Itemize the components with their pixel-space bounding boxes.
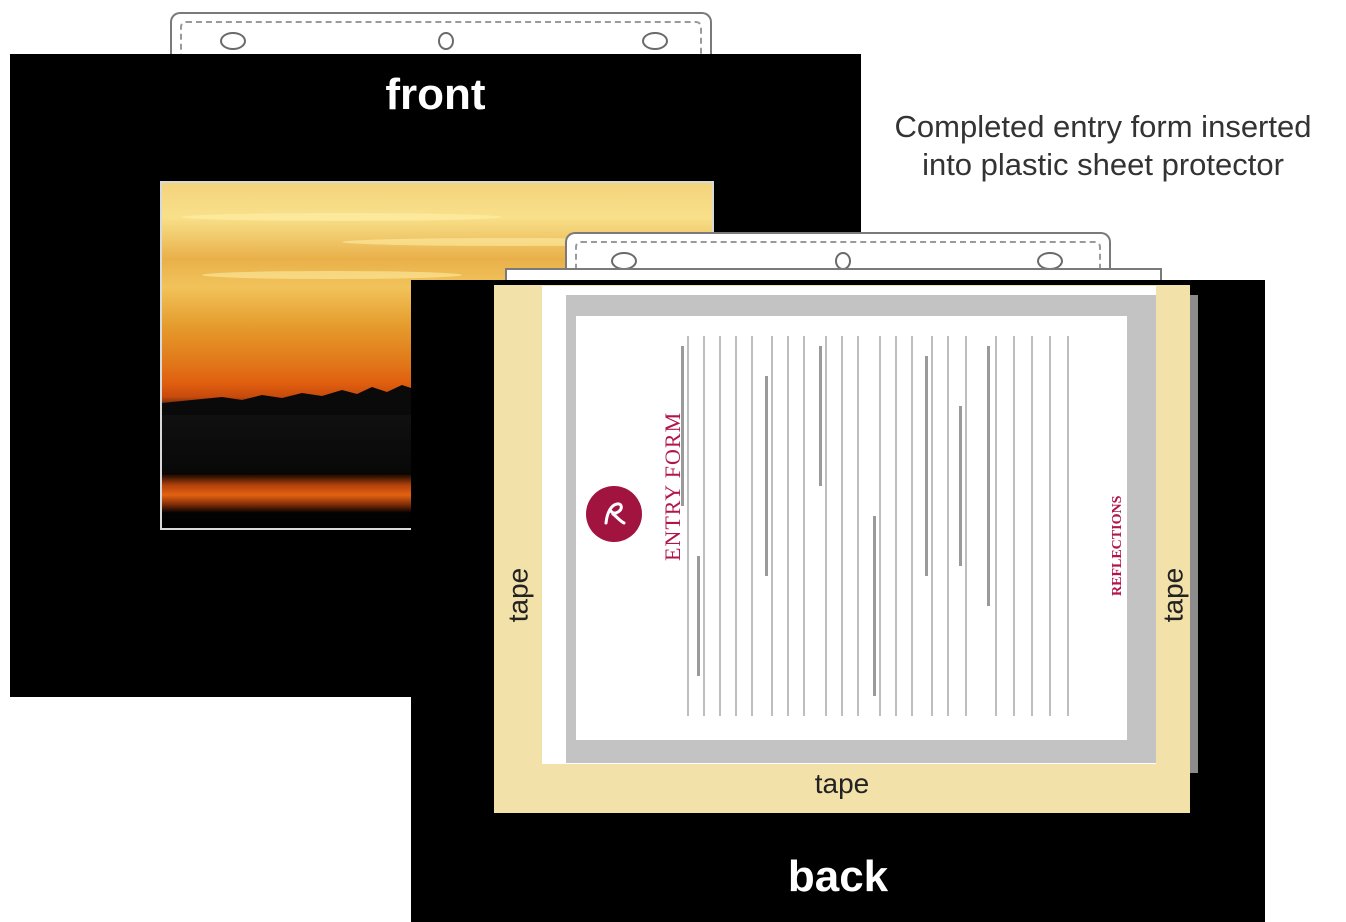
tape-bottom-label: tape (814, 768, 870, 799)
entry-form-page: ENTRY FORM REFLECTIONS (576, 316, 1127, 740)
tape-right-text: tape (1157, 567, 1188, 623)
back-label: back (787, 852, 889, 901)
cloud-streak (182, 213, 502, 221)
binder-hole-icon (642, 32, 668, 50)
tape-left-label: tape (494, 545, 542, 645)
caption: Completed entry form inserted into plast… (858, 108, 1346, 184)
front-sheet-protector-top (170, 12, 712, 58)
caption-line-1: Completed entry form inserted (894, 109, 1312, 144)
entry-form-content: ENTRY FORM REFLECTIONS (576, 316, 1127, 740)
cloud-streak (202, 271, 462, 279)
tape-left-text: tape (502, 567, 533, 623)
caption-line-2: into plastic sheet protector (922, 147, 1284, 182)
binder-hole-icon (220, 32, 246, 50)
form-fill-lines (681, 336, 1069, 716)
tape-right-label: tape (1156, 545, 1190, 645)
binder-hole-icon (438, 32, 454, 50)
front-label: front (385, 70, 486, 119)
sheet-protector-edge (1190, 295, 1198, 773)
